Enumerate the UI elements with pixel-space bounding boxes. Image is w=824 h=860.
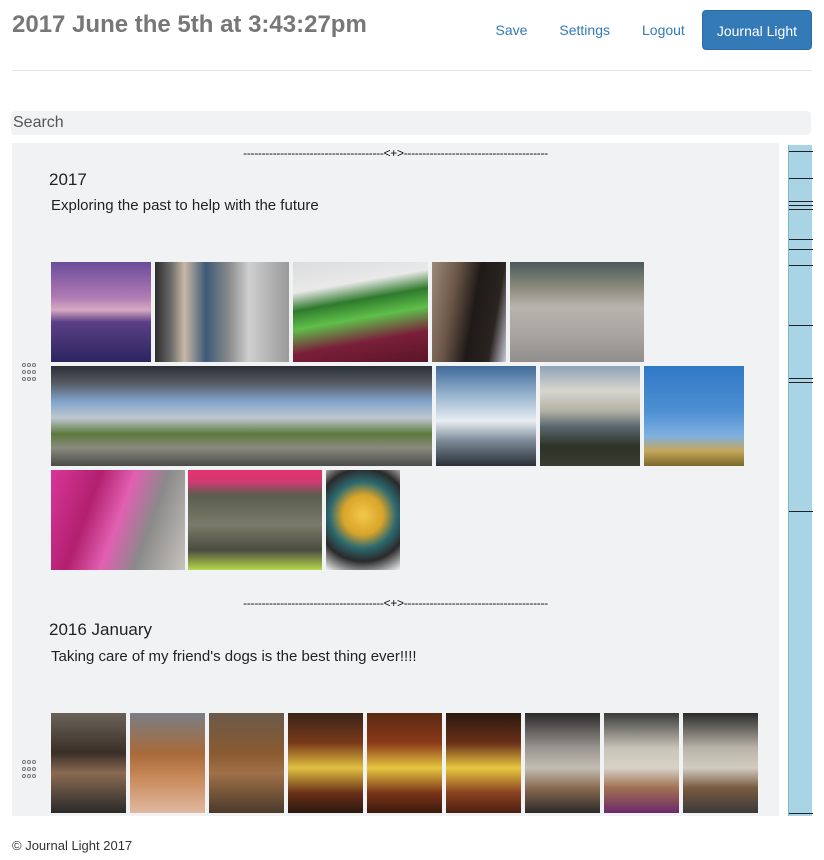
photo-dog-6[interactable] <box>446 713 521 813</box>
entry-text: Taking care of my friend's dogs is the b… <box>51 648 417 665</box>
photo-planter[interactable] <box>293 262 428 362</box>
photo-clouds-sun[interactable] <box>436 366 536 466</box>
photo-dog-4[interactable] <box>288 713 363 813</box>
photo-bougainvillea[interactable] <box>51 470 185 570</box>
search-input[interactable] <box>11 111 811 135</box>
photo-mural-alley[interactable] <box>155 262 289 362</box>
header: 2017 June the 5th at 3:43:27pm Save Sett… <box>0 0 824 72</box>
photo-kite[interactable] <box>644 366 744 466</box>
drag-handle-icon[interactable] <box>22 760 36 790</box>
entry-text: Exploring the past to help with the futu… <box>51 197 319 214</box>
page-title: 2017 June the 5th at 3:43:27pm <box>12 11 367 38</box>
photo-sunset-beach[interactable] <box>51 262 151 362</box>
settings-link[interactable]: Settings <box>543 10 626 50</box>
photo-citrus-bowl[interactable] <box>326 470 400 570</box>
journal-feed[interactable]: --------------------------------------<+… <box>12 143 779 816</box>
entry-separator[interactable]: --------------------------------------<+… <box>12 146 779 160</box>
photo-dog-5[interactable] <box>367 713 442 813</box>
journal-light-button[interactable]: Journal Light <box>701 10 812 50</box>
photo-dog-7[interactable] <box>525 713 600 813</box>
photo-window-frame[interactable] <box>432 262 506 362</box>
drag-handle-icon[interactable] <box>22 363 36 393</box>
photo-dog-9[interactable] <box>683 713 758 813</box>
save-link[interactable]: Save <box>479 10 543 50</box>
header-divider <box>12 70 812 71</box>
photo-dog-3[interactable] <box>209 713 284 813</box>
photo-mosaic-tile[interactable] <box>188 470 322 570</box>
photo-dog-1[interactable] <box>51 713 126 813</box>
entry-title: 2016 January <box>49 620 153 639</box>
entry-title: 2017 <box>49 170 87 189</box>
photo-dog-8[interactable] <box>604 713 679 813</box>
nav-bar: Save Settings Logout Journal Light <box>479 10 812 50</box>
photo-dog-2[interactable] <box>130 713 205 813</box>
photo-pergola-panorama[interactable] <box>51 366 432 466</box>
photo-ocean-sunset[interactable] <box>540 366 640 466</box>
photo-gallery-wall[interactable] <box>510 262 644 362</box>
footer-copyright: © Journal Light 2017 <box>12 838 133 853</box>
entry-separator[interactable]: --------------------------------------<+… <box>12 596 779 610</box>
logout-link[interactable]: Logout <box>626 10 701 50</box>
scrollbar[interactable] <box>788 145 813 816</box>
